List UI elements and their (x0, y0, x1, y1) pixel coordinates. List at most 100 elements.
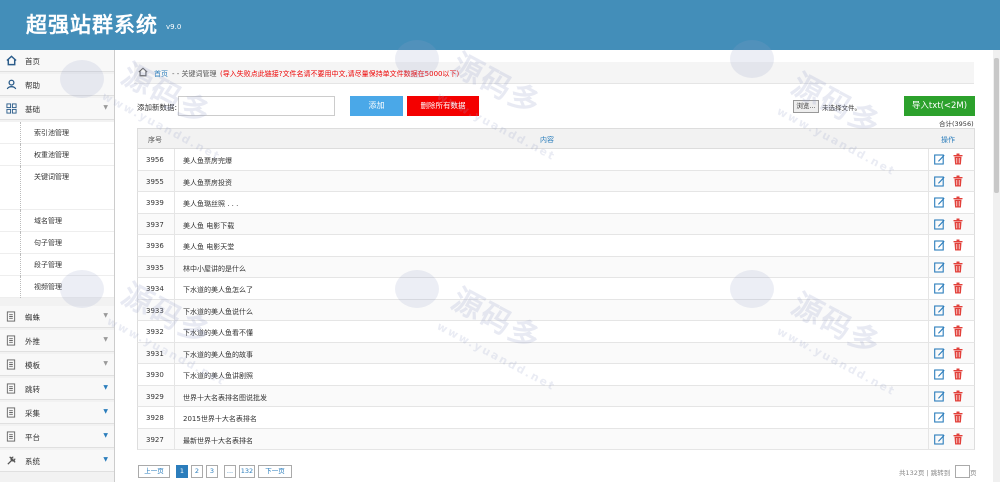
user-icon (5, 79, 17, 91)
sidebar-item-system[interactable]: 系统 ▼ (0, 450, 114, 472)
cell-divider (174, 278, 175, 299)
edit-icon[interactable] (934, 175, 945, 187)
trash-icon[interactable] (953, 261, 963, 273)
sidebar-subitem-index-pool[interactable]: 索引池管理 (0, 122, 114, 144)
edit-icon[interactable] (934, 153, 945, 165)
cell-divider (928, 407, 929, 428)
cell-divider (928, 364, 929, 385)
home-icon[interactable] (138, 67, 148, 80)
table-row: 3932 下水道的美人鱼看不懂 (137, 321, 975, 343)
edit-icon[interactable] (934, 196, 945, 208)
next-page-button[interactable]: 下一页 (258, 465, 292, 478)
edit-icon[interactable] (934, 433, 945, 445)
trash-icon[interactable] (953, 347, 963, 359)
doc-icon (5, 359, 17, 371)
edit-icon[interactable] (934, 325, 945, 337)
edit-icon[interactable] (934, 218, 945, 230)
import-failure-help-link[interactable]: (导入失败点此链接?文件名请不要用中文,请尽量保持单文件数据在5000以下) (220, 69, 459, 79)
chevron-down-icon: ▼ (103, 336, 108, 343)
sidebar-subitem-label: 视频管理 (34, 283, 62, 291)
row-content: 下水道的美人鱼的故事 (183, 350, 253, 359)
breadcrumb-home-link[interactable]: 首页 (154, 69, 168, 79)
trash-icon[interactable] (953, 368, 963, 380)
table-row: 3935 林中小屋讲的是什么 (137, 256, 975, 278)
trash-icon[interactable] (953, 239, 963, 251)
tree-line (20, 232, 21, 254)
trash-icon[interactable] (953, 325, 963, 337)
edit-icon[interactable] (934, 390, 945, 402)
add-button[interactable]: 添加 (350, 96, 403, 116)
add-data-label: 添加新数据: (137, 103, 178, 112)
sidebar-item-push[interactable]: 外推 ▼ (0, 330, 114, 352)
column-header-op: 操作 (941, 136, 955, 144)
trash-icon[interactable] (953, 196, 963, 208)
table-header: 序号 内容 操作 (137, 129, 975, 149)
table-row: 3927 最新世界十大名表排名 (137, 428, 975, 450)
page-last-button[interactable]: 132 (239, 465, 255, 478)
cell-divider (928, 149, 929, 170)
sidebar-item-redirect[interactable]: 跳转 ▼ (0, 378, 114, 400)
trash-icon[interactable] (953, 411, 963, 423)
breadcrumb: 首页 - - 关键词管理 (导入失败点此链接?文件名请不要用中文,请尽量保持单文… (134, 62, 974, 84)
sidebar-subitem-keywords[interactable]: 关键词管理 (0, 166, 114, 210)
edit-icon[interactable] (934, 368, 945, 380)
chevron-down-icon: ▼ (103, 384, 108, 391)
edit-icon[interactable] (934, 261, 945, 273)
edit-icon[interactable] (934, 282, 945, 294)
sidebar-item-label: 模板 (25, 361, 40, 370)
page-2-button[interactable]: 2 (191, 465, 203, 478)
cell-divider (928, 256, 929, 277)
tree-line (20, 276, 21, 298)
page-3-button[interactable]: 3 (206, 465, 218, 478)
page-jump-input[interactable] (955, 465, 970, 478)
sidebar-item-basic[interactable]: 基础 ▼ (0, 98, 114, 120)
trash-icon[interactable] (953, 433, 963, 445)
table-row: 3931 下水道的美人鱼的故事 (137, 342, 975, 364)
chevron-down-icon: ▼ (103, 456, 108, 463)
import-txt-button[interactable]: 导入txt(<2M) (904, 96, 975, 116)
trash-icon[interactable] (953, 304, 963, 316)
trash-icon[interactable] (953, 282, 963, 294)
delete-all-button[interactable]: 删除所有数据 (407, 96, 479, 116)
table-row: 3928 2015世界十大名表排名 (137, 407, 975, 429)
sidebar-subitem-videos[interactable]: 视频管理 (0, 276, 114, 298)
edit-icon[interactable] (934, 239, 945, 251)
page-total-text: 共132页 | 跳转到 (899, 469, 951, 477)
row-number: 3933 (146, 306, 164, 315)
trash-icon[interactable] (953, 153, 963, 165)
cell-divider (174, 213, 175, 234)
doc-icon (5, 335, 17, 347)
tree-line (20, 144, 21, 166)
cell-divider (928, 278, 929, 299)
row-number: 3934 (146, 285, 164, 293)
sidebar-item-home[interactable]: 首页 (0, 50, 114, 72)
cell-divider (928, 299, 929, 320)
browse-file-button[interactable]: 浏览... (793, 100, 819, 113)
sidebar-subitem-weight-pool[interactable]: 权重池管理 (0, 144, 114, 166)
row-content: 美人鱼票房完爆 (183, 157, 232, 165)
trash-icon[interactable] (953, 175, 963, 187)
sidebar-item-collect[interactable]: 采集 ▼ (0, 402, 114, 424)
sidebar-item-template[interactable]: 模板 ▼ (0, 354, 114, 376)
sidebar-subitem-sentences[interactable]: 句子管理 (0, 232, 114, 254)
prev-page-button[interactable]: 上一页 (138, 465, 170, 478)
cell-divider (174, 299, 175, 320)
cell-divider (174, 149, 175, 170)
scrollbar-thumb[interactable] (994, 58, 999, 193)
trash-icon[interactable] (953, 218, 963, 230)
row-number: 3930 (146, 371, 164, 379)
sidebar-item-platform[interactable]: 平台 ▼ (0, 426, 114, 448)
trash-icon[interactable] (953, 390, 963, 402)
sidebar-subitem-domains[interactable]: 域名管理 (0, 210, 114, 232)
table-body: 3956 美人鱼票房完爆 3955 美人鱼票房投资 3939 美人鱼璐丝照 . . . 39… (137, 149, 975, 450)
add-data-input[interactable] (178, 96, 335, 116)
sidebar-subitem-jokes[interactable]: 段子管理 (0, 254, 114, 276)
edit-icon[interactable] (934, 411, 945, 423)
edit-icon[interactable] (934, 347, 945, 359)
page-1-button[interactable]: 1 (176, 465, 188, 478)
sidebar-item-spider[interactable]: 蜘蛛 ▼ (0, 306, 114, 328)
cell-divider (928, 321, 929, 342)
sidebar-item-help[interactable]: 帮助 (0, 74, 114, 96)
edit-icon[interactable] (934, 304, 945, 316)
doc-icon (5, 311, 17, 323)
